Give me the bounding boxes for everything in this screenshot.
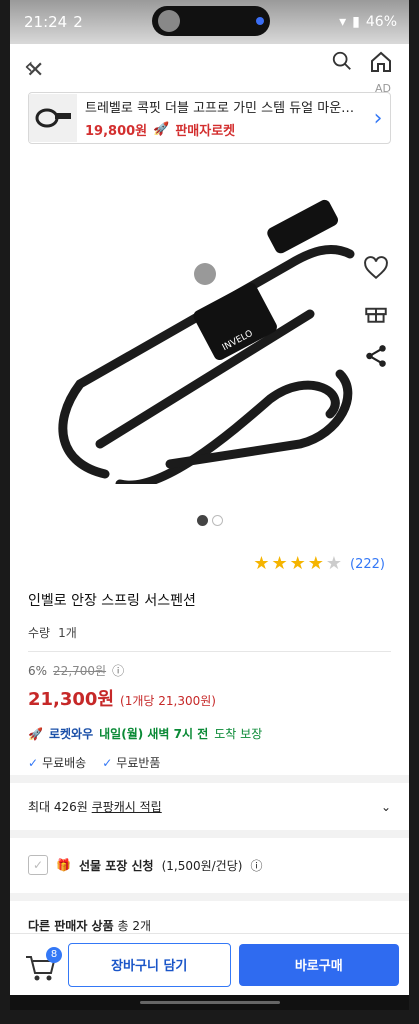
gift-icon[interactable] [363, 299, 389, 325]
heart-icon[interactable] [363, 255, 389, 281]
saddle-suspension-image: INVELO [58, 199, 355, 490]
search-icon[interactable] [331, 50, 353, 72]
ad-price: 19,800원 [85, 124, 148, 139]
chevron-right-icon: › [373, 105, 383, 131]
rocket-icon: 🚀 [153, 122, 170, 137]
star-icon: ★ [253, 553, 270, 574]
rating-count[interactable]: (222) [350, 557, 385, 572]
other-sellers-count: 총 2개 [117, 919, 151, 933]
price-row: 21,300원 (1개당 21,300원) [28, 685, 391, 711]
discount-rate: 6% [28, 663, 48, 678]
quantity-value: 1개 [58, 626, 77, 640]
home-icon[interactable] [369, 50, 393, 74]
gift-box-icon: 🎁 [56, 858, 71, 872]
discount-row: 6% 22,700원 ⓘ [28, 662, 391, 679]
side-actions [363, 255, 389, 369]
delivery-row: 🚀 로켓와우 내일(월) 새벽 7시 전 도착 보장 [28, 725, 391, 742]
check-icon: ✓ [102, 756, 113, 770]
product-name: 인벨로 안장 스프링 서스펜션 [28, 593, 196, 609]
info-icon[interactable]: ⓘ [112, 662, 124, 679]
ad-image [29, 94, 77, 142]
carousel-dot[interactable] [211, 515, 223, 526]
product-screen: 21:24 2 ▾ ▮ 46% ‹ ✕ AD 트레벨로 콕핏 더블 고프로 가민… [10, 0, 409, 1010]
buy-now-button[interactable]: 바로구매 [238, 943, 399, 986]
carousel-dot-active[interactable] [196, 515, 208, 526]
product-info: 인벨로 안장 스프링 서스펜션 수량 1개 6% 22,700원 ⓘ 21,30… [28, 590, 391, 771]
section-divider [10, 830, 409, 838]
delivery-date: 내일(월) 새벽 7시 전 [99, 727, 209, 741]
rocket-wow-label: 로켓와우 [48, 727, 94, 741]
cash-amount: 최대 426원 [28, 800, 88, 814]
cash-reward-row[interactable]: 최대 426원 쿠팡캐시 적립 ⌄ [28, 798, 391, 815]
gift-wrap-price: (1,500원/건당) [161, 858, 243, 873]
section-divider [10, 775, 409, 783]
sale-price: 21,300원 [28, 689, 115, 710]
benefit-row: ✓ 무료배송 ✓ 무료반품 [28, 754, 391, 771]
cart-button[interactable]: 8 [20, 945, 62, 985]
bottom-action-bar: 8 장바구니 담기 바로구매 [10, 933, 409, 995]
carousel-dots [196, 515, 223, 526]
share-icon[interactable] [363, 343, 389, 369]
ad-banner[interactable]: 트레벨로 콕핏 더블 고프로 가민 스템 듀얼 마운트 ... 19,800원 … [28, 92, 391, 144]
signal-icon: ▮ [352, 14, 360, 30]
delivery-guarantee: 도착 보장 [214, 727, 263, 741]
free-return: 무료반품 [116, 756, 161, 770]
status-extra: 2 [73, 13, 83, 31]
cart-count-badge: 8 [46, 946, 62, 963]
gift-wrap-checkbox[interactable]: ✓ [28, 855, 48, 875]
star-icon: ★ [289, 553, 306, 574]
chevron-down-icon[interactable]: ⌄ [381, 800, 391, 814]
free-shipping: 무료배송 [42, 756, 87, 770]
home-indicator[interactable] [140, 1001, 280, 1004]
star-icon: ★ [307, 553, 324, 574]
unit-price: (1개당 21,300원) [120, 694, 216, 708]
status-time: 21:24 [24, 13, 68, 31]
original-price: 22,700원 [53, 664, 107, 678]
ad-tag: AD [375, 82, 391, 95]
star-empty-icon: ★ [325, 553, 343, 574]
other-sellers-label: 다른 판매자 상품 [28, 919, 114, 933]
quantity-row: 수량 1개 [28, 624, 391, 641]
product-image[interactable]: INVELO [10, 144, 409, 490]
rating[interactable]: ★ ★ ★ ★ ★ (222) [253, 555, 385, 573]
info-icon[interactable]: ⓘ [250, 857, 262, 874]
close-icon[interactable]: ✕ [26, 58, 44, 83]
dynamic-island [152, 6, 270, 36]
quantity-label: 수량 [28, 626, 51, 640]
system-nav-bar [10, 995, 409, 1010]
header: ‹ ✕ AD [10, 44, 409, 95]
check-icon: ✓ [28, 756, 39, 770]
star-icon: ★ [271, 553, 288, 574]
other-sellers-row[interactable]: 다른 판매자 상품 총 2개 [28, 917, 391, 934]
cash-link[interactable]: 쿠팡캐시 적립 [92, 800, 162, 814]
ad-title: 트레벨로 콕핏 더블 고프로 가민 스템 듀얼 마운트 ... [85, 101, 366, 116]
rocket-icon: 🚀 [28, 726, 43, 741]
wifi-icon: ▾ [339, 14, 347, 30]
battery-level: 46% [365, 14, 397, 30]
media-thumb [158, 10, 180, 32]
section-divider [10, 893, 409, 901]
add-to-cart-button[interactable]: 장바구니 담기 [68, 942, 231, 987]
camera-dot [256, 17, 264, 25]
divider [28, 651, 391, 652]
gift-wrap-label: 선물 포장 신청 [78, 858, 154, 873]
ad-badge: 판매자로켓 [175, 124, 236, 139]
gift-wrap-row[interactable]: ✓ 🎁 선물 포장 신청 (1,500원/건당) ⓘ [28, 855, 391, 875]
